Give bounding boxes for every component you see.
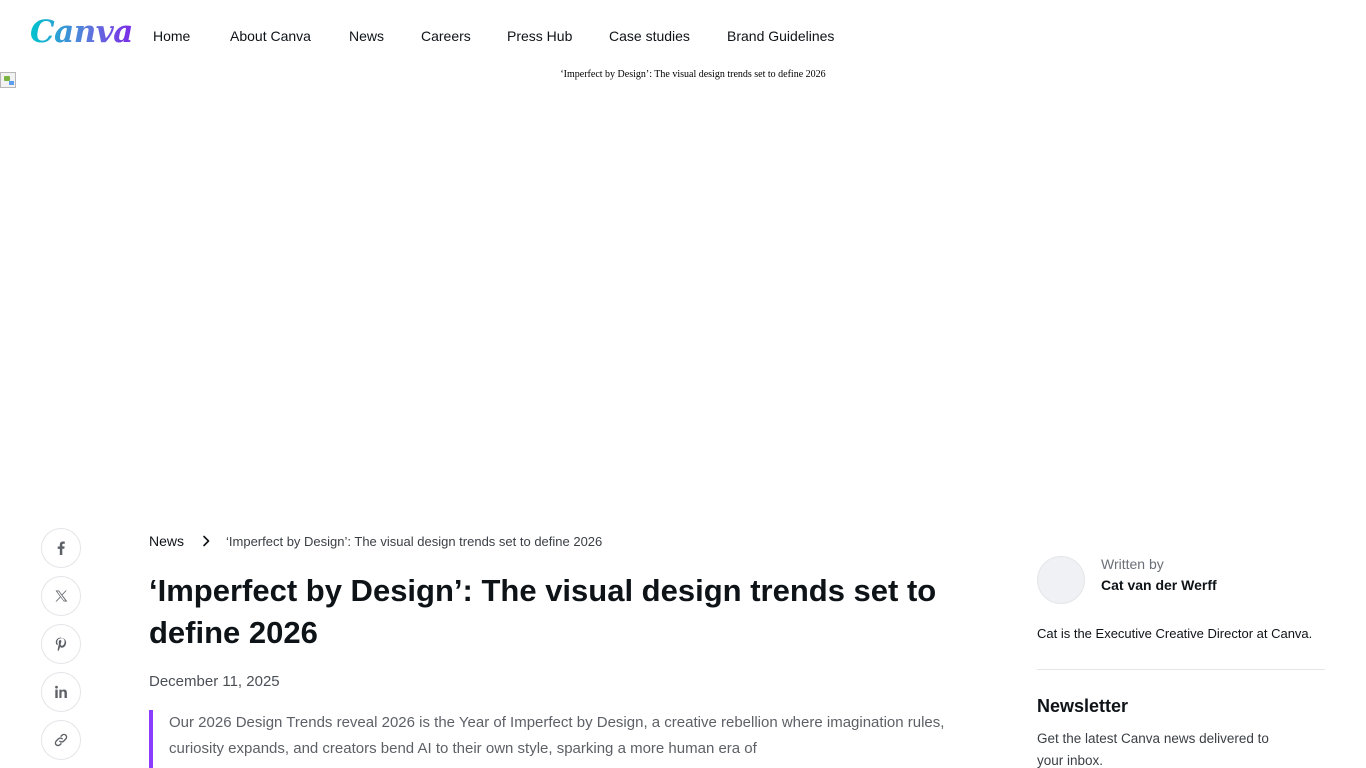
- hero-image: ‘Imperfect by Design’: The visual design…: [0, 69, 1366, 512]
- nav-case-studies[interactable]: Case studies: [609, 28, 690, 44]
- nav-about-canva[interactable]: About Canva: [230, 28, 311, 44]
- share-linkedin-button[interactable]: [41, 672, 81, 712]
- hero-image-alt-text: ‘Imperfect by Design’: The visual design…: [560, 69, 826, 80]
- copy-link-button[interactable]: [41, 720, 81, 760]
- nav-careers[interactable]: Careers: [421, 28, 471, 44]
- nav-home[interactable]: Home: [153, 28, 190, 44]
- chevron-right-icon: [200, 535, 212, 547]
- nav-news[interactable]: News: [349, 28, 384, 44]
- newsletter-description: Get the latest Canva news delivered to y…: [1037, 731, 1269, 768]
- author-name[interactable]: Cat van der Werff: [1101, 577, 1217, 593]
- article-lede: Our 2026 Design Trends reveal 2026 is th…: [149, 710, 949, 768]
- newsletter-title: Newsletter: [1037, 696, 1129, 716]
- share-x-button[interactable]: [41, 576, 81, 616]
- site-header: Canva Home About Canva News Careers Pres…: [0, 0, 1366, 72]
- breadcrumb: News ‘Imperfect by Design’: The visual d…: [149, 532, 602, 550]
- nav-press-hub[interactable]: Press Hub: [507, 28, 572, 44]
- author-bio: Cat is the Executive Creative Director a…: [1037, 626, 1313, 641]
- x-icon: [55, 590, 68, 602]
- nav-brand-guidelines[interactable]: Brand Guidelines: [727, 28, 834, 44]
- linkedin-icon: [55, 685, 67, 698]
- sidebar-divider: [1037, 669, 1325, 670]
- breadcrumb-news-link[interactable]: News: [149, 533, 184, 549]
- author-avatar: [1037, 556, 1085, 604]
- breadcrumb-current: ‘Imperfect by Design’: The visual design…: [226, 533, 603, 549]
- share-pinterest-button[interactable]: [41, 624, 81, 664]
- article-date: December 11, 2025: [149, 673, 280, 690]
- pinterest-icon: [55, 637, 67, 652]
- written-by-label: Written by: [1101, 556, 1164, 572]
- facebook-icon: [57, 541, 65, 555]
- share-facebook-button[interactable]: [41, 528, 81, 568]
- canva-logo[interactable]: Canva: [30, 14, 133, 50]
- link-icon: [54, 733, 68, 747]
- article-title: ‘Imperfect by Design’: The visual design…: [149, 573, 937, 650]
